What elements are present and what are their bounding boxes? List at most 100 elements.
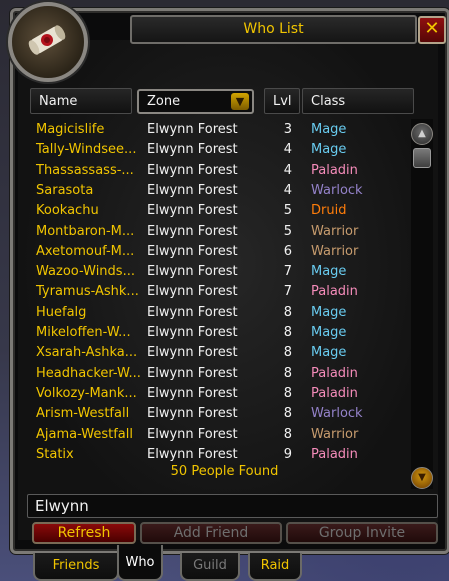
player-class: Mage (311, 122, 347, 137)
tab-friends[interactable]: Friends (33, 553, 119, 581)
player-zone: Elwynn Forest (147, 243, 238, 259)
player-class: Warlock (311, 406, 363, 422)
list-item[interactable]: Axetomouf-M... Elwynn Forest 6 Warrior (36, 241, 406, 261)
player-level: 6 (283, 243, 292, 259)
column-header-class[interactable]: Class (302, 88, 414, 114)
list-item[interactable]: Wazoo-Winds... Elwynn Forest 7 Mage (36, 261, 406, 281)
player-class: Paladin (311, 446, 358, 462)
player-level: 8 (283, 345, 292, 361)
player-class: Paladin (311, 162, 358, 178)
player-class: Warrior (311, 426, 359, 442)
scroll-icon (28, 25, 66, 55)
title-bar[interactable]: Who List (130, 15, 417, 44)
player-name: Thassassass-... (36, 162, 134, 178)
close-icon: ✕ (424, 18, 440, 39)
list-item[interactable]: Xsarah-Ashka... Elwynn Forest 8 Mage (36, 342, 406, 362)
group-invite-button[interactable]: Group Invite (286, 522, 438, 544)
chevron-down-icon[interactable]: ▼ (231, 93, 249, 110)
player-name: Huefalg (36, 304, 87, 320)
player-level: 4 (283, 142, 292, 158)
player-name: Ajama-Westfall (36, 426, 133, 442)
list-item[interactable]: Volkozy-Mank... Elwynn Forest 8 Paladin (36, 383, 406, 403)
list-item[interactable]: Arism-Westfall Elwynn Forest 8 Warlock (36, 403, 406, 423)
list-item[interactable]: Sarasota Elwynn Forest 4 Warlock (36, 180, 406, 200)
player-zone: Elwynn Forest (147, 365, 238, 381)
player-zone: Elwynn Forest (147, 446, 238, 462)
player-class: Paladin (311, 365, 358, 381)
player-level: 4 (283, 162, 292, 178)
player-class: Warrior (311, 223, 359, 239)
list-item[interactable]: Magicislife Elwynn Forest 3 Mage (36, 119, 406, 139)
refresh-button[interactable]: Refresh (32, 522, 136, 544)
player-zone: Elwynn Forest (147, 182, 238, 198)
list-item[interactable]: Kookachu Elwynn Forest 5 Druid (36, 200, 406, 220)
player-name: Statix (36, 446, 74, 462)
player-name: Kookachu (36, 203, 99, 219)
column-header-level[interactable]: Lvl (264, 88, 300, 114)
people-found-count: 50 People Found (170, 464, 279, 479)
tab-raid[interactable]: Raid (248, 553, 302, 581)
scroll-up-icon[interactable]: ▲ (411, 123, 433, 145)
player-name: Mikeloffen-W... (36, 325, 131, 340)
player-class: Mage (311, 325, 347, 340)
player-name: Wazoo-Winds... (36, 264, 135, 280)
player-zone: Elwynn Forest (147, 284, 238, 300)
player-name: Xsarah-Ashka... (36, 345, 138, 361)
player-level: 8 (283, 304, 292, 320)
player-zone: Elwynn Forest (147, 304, 238, 320)
player-level: 7 (283, 284, 292, 300)
player-class: Druid (311, 203, 347, 219)
player-class: Mage (311, 304, 347, 320)
who-search-input[interactable]: Elwynn (27, 494, 438, 518)
player-level: 3 (283, 122, 292, 137)
player-zone: Elwynn Forest (147, 122, 238, 137)
list-item[interactable]: Huefalg Elwynn Forest 8 Mage (36, 302, 406, 322)
zone-dropdown-label: Zone (147, 94, 181, 109)
list-item[interactable]: Mikeloffen-W... Elwynn Forest 8 Mage (36, 322, 406, 342)
list-scrollbar[interactable]: ▲ ▼ (411, 119, 433, 489)
player-level: 8 (283, 406, 292, 422)
player-level: 5 (283, 203, 292, 219)
player-class: Warrior (311, 243, 359, 259)
player-zone: Elwynn Forest (147, 406, 238, 422)
player-level: 7 (283, 264, 292, 280)
column-header-name[interactable]: Name (30, 88, 132, 114)
tab-who[interactable]: Who (117, 545, 163, 581)
player-level: 5 (283, 223, 292, 239)
player-name: Tally-Windsee... (36, 142, 137, 158)
player-name: Axetomouf-M... (36, 243, 135, 259)
player-zone: Elwynn Forest (147, 162, 238, 178)
player-name: Tyramus-Ashk... (36, 284, 139, 300)
player-name: Arism-Westfall (36, 406, 130, 422)
scroll-thumb[interactable] (413, 148, 431, 168)
list-item[interactable]: Statix Elwynn Forest 9 Paladin (36, 444, 406, 464)
player-class: Warlock (311, 182, 363, 198)
list-item[interactable]: Tally-Windsee... Elwynn Forest 4 Mage (36, 139, 406, 159)
player-level: 8 (283, 365, 292, 381)
player-zone: Elwynn Forest (147, 385, 238, 401)
list-item[interactable]: Thassassass-... Elwynn Forest 4 Paladin (36, 160, 406, 180)
player-class: Paladin (311, 385, 358, 401)
list-item[interactable]: Ajama-Westfall Elwynn Forest 8 Warrior (36, 424, 406, 444)
player-level: 8 (283, 385, 292, 401)
add-friend-button[interactable]: Add Friend (140, 522, 282, 544)
player-level: 8 (283, 426, 292, 442)
player-zone: Elwynn Forest (147, 142, 238, 158)
player-class: Mage (311, 142, 347, 158)
close-button[interactable]: ✕ (418, 16, 446, 44)
player-zone: Elwynn Forest (147, 223, 238, 239)
tab-guild[interactable]: Guild (180, 553, 240, 581)
list-item[interactable]: Montbaron-M... Elwynn Forest 5 Warrior (36, 221, 406, 241)
player-level: 8 (283, 325, 292, 340)
player-level: 9 (283, 446, 292, 462)
player-zone: Elwynn Forest (147, 264, 238, 280)
list-item[interactable]: Headhacker-W... Elwynn Forest 8 Paladin (36, 363, 406, 383)
player-class: Mage (311, 264, 347, 280)
player-name: Headhacker-W... (36, 365, 141, 381)
player-level: 4 (283, 182, 292, 198)
window-portrait (8, 2, 88, 82)
zone-column-dropdown[interactable]: Zone ▼ (137, 89, 254, 114)
player-zone: Elwynn Forest (147, 325, 238, 340)
list-item[interactable]: Tyramus-Ashk... Elwynn Forest 7 Paladin (36, 281, 406, 301)
player-class: Paladin (311, 284, 358, 300)
